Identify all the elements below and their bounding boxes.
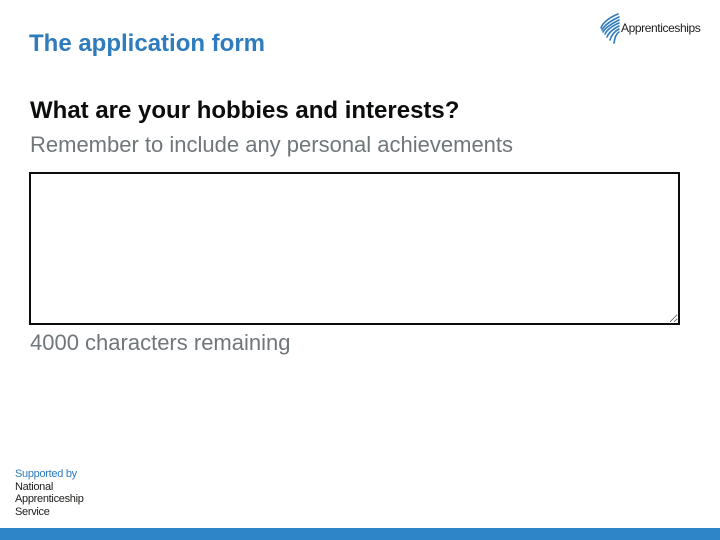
question-hint: Remember to include any personal achieve… [30, 132, 514, 157]
supported-by-label: Supported by [15, 468, 77, 480]
slide-title: The application form [29, 30, 266, 57]
org-name-line-1: National [15, 480, 53, 493]
org-name-line-2: Apprenticeship [15, 493, 84, 505]
hobbies-interests-textarea[interactable] [29, 172, 680, 325]
org-name-line-3: Service [15, 505, 50, 518]
question-heading: What are your hobbies and interests? [30, 97, 460, 124]
supported-by-logo: Supported by National Apprenticeship Ser… [15, 468, 84, 518]
apprenticeships-logo-text: Apprenticeships [621, 21, 701, 35]
characters-remaining-counter: 4000 characters remaining [30, 330, 291, 355]
apprenticeships-wing-icon [600, 13, 620, 44]
footer-bar [0, 528, 720, 540]
apprenticeships-logo: Apprenticeships [598, 10, 710, 46]
